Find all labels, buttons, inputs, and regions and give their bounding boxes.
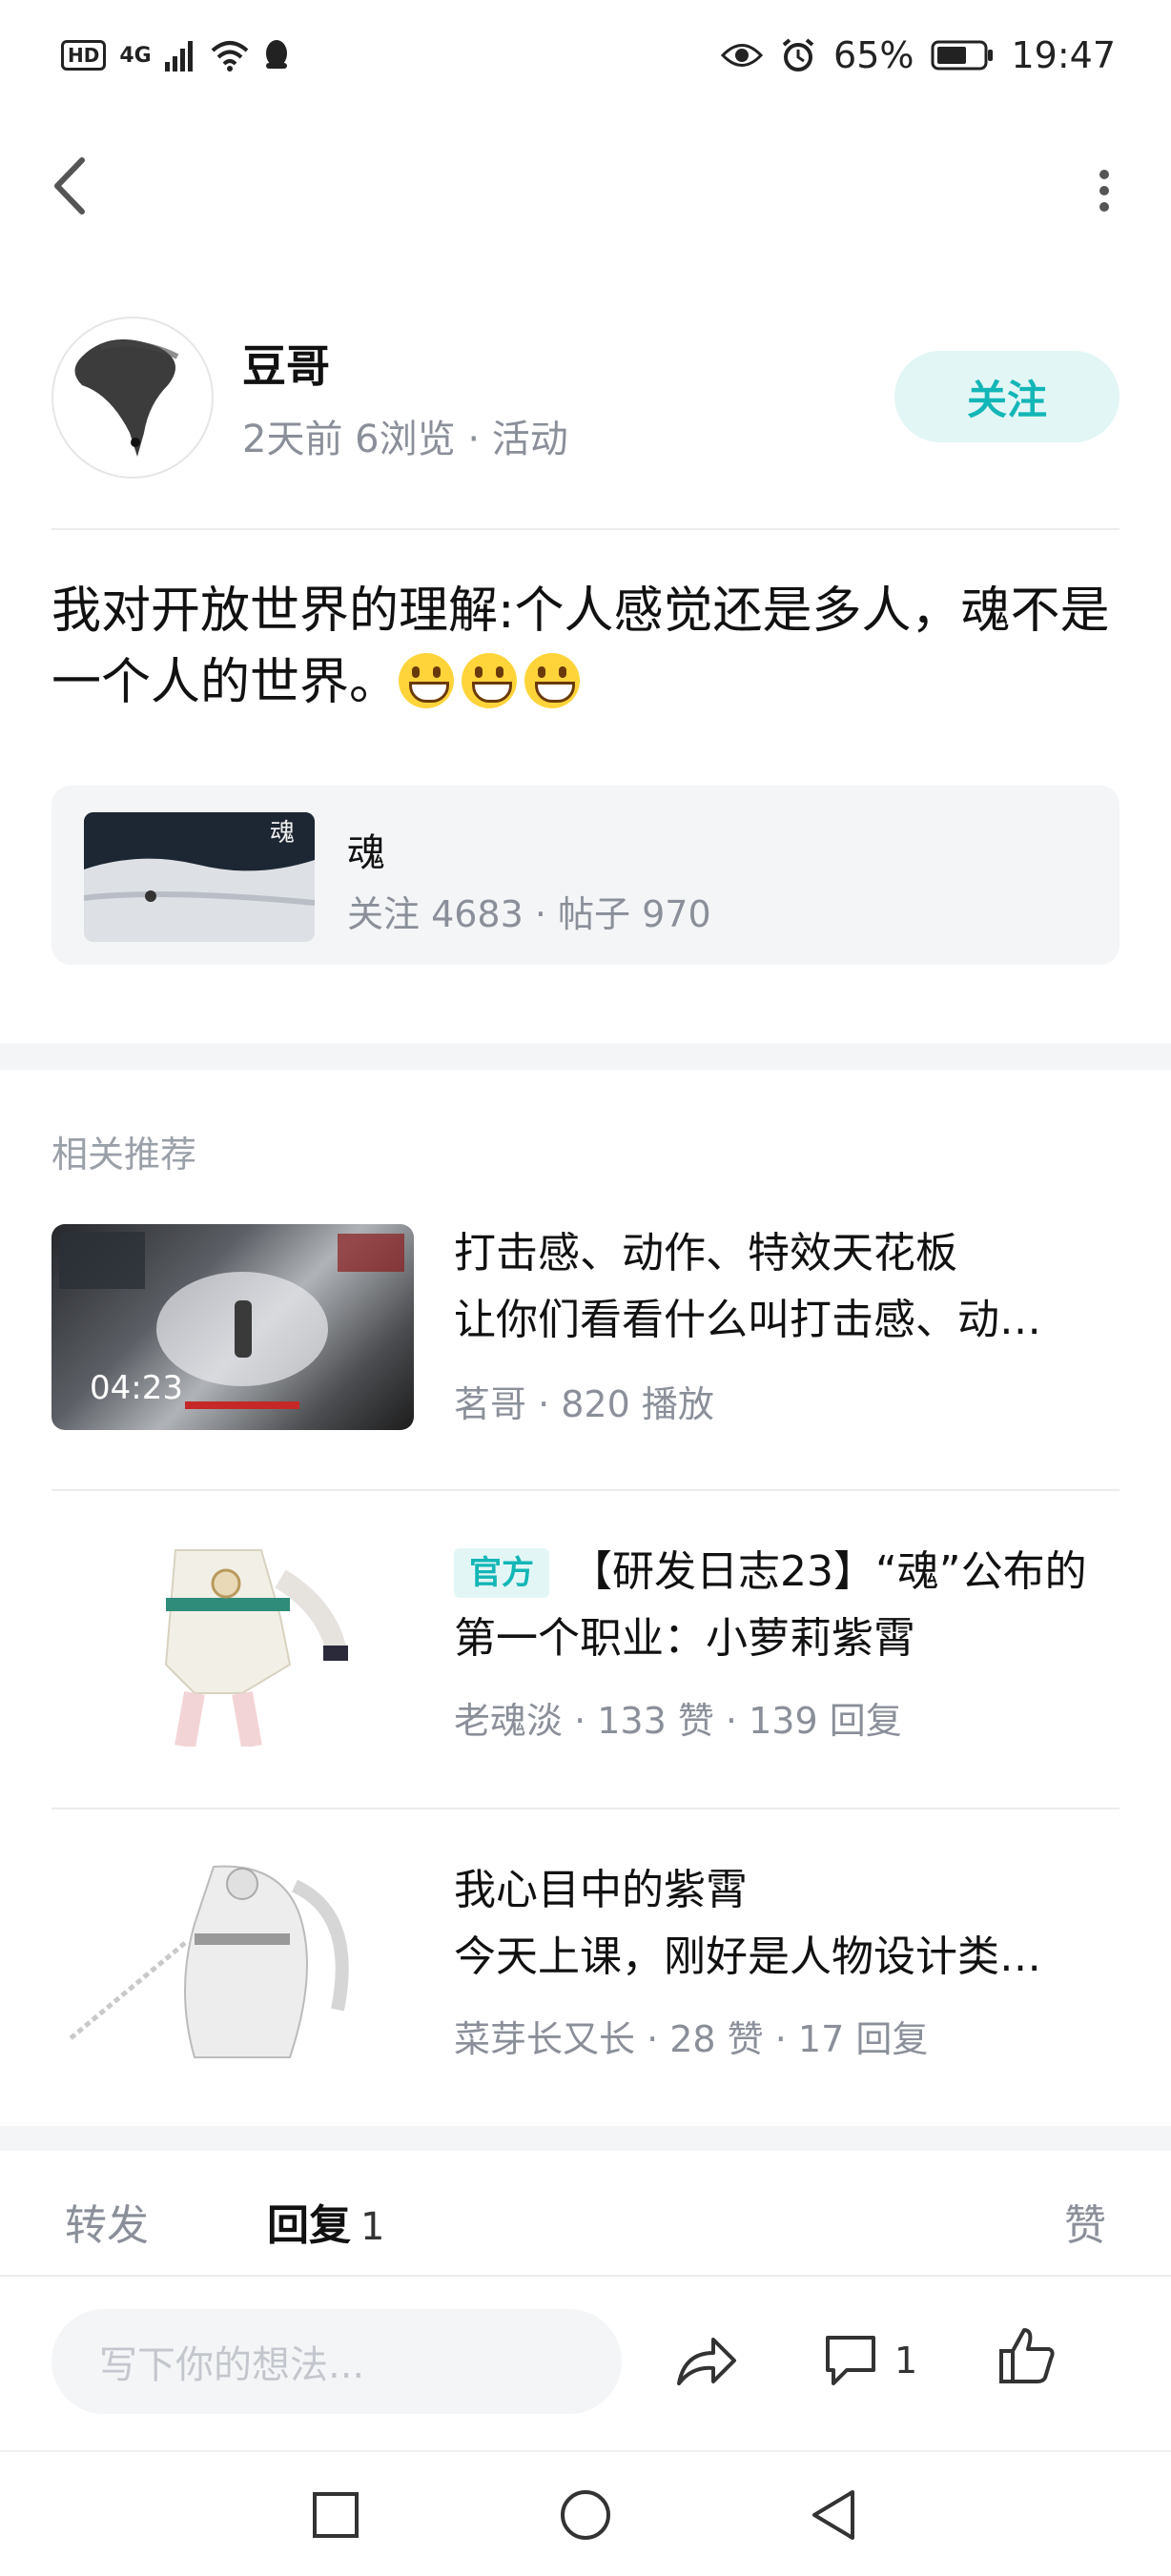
rec-item-3-title[interactable]: 我心目中的紫霄 今天上课，刚好是人物设计类… xyxy=(454,1857,1121,1991)
tab-forward[interactable]: 转发 xyxy=(65,2191,149,2252)
grin-emoji-icon xyxy=(524,653,581,708)
back-arrow-icon[interactable] xyxy=(46,153,93,219)
rec-item-2-title-line1: 【研发日志23】“魂”公布的 xyxy=(570,1547,1087,1596)
official-tag: 官方 xyxy=(454,1548,549,1598)
section-separator xyxy=(0,2126,1171,2151)
wifi-icon xyxy=(211,41,249,72)
rec-item-1-title-line1: 打击感、动作、特效天花板 xyxy=(454,1229,957,1278)
rec-item-3-title-line1: 我心目中的紫霄 xyxy=(454,1866,748,1914)
back-triangle-icon[interactable] xyxy=(809,2488,858,2542)
system-nav-bar xyxy=(0,2450,1171,2576)
post-text: 我对开放世界的理解:个人感觉还是多人，魂不是一个人的世界。 xyxy=(51,583,1110,711)
rec-item-2-title-line2: 第一个职业：小萝莉紫霄 xyxy=(454,1614,915,1663)
qq-icon xyxy=(265,40,287,69)
rec-item-3-title-line2: 今天上课，刚好是人物设计类… xyxy=(454,1932,1041,1981)
grin-emoji-icon xyxy=(462,653,518,708)
follow-button[interactable]: 关注 xyxy=(894,351,1120,442)
author-avatar[interactable] xyxy=(51,317,214,479)
rec-item-1-thumbnail[interactable]: 04:23 xyxy=(51,1224,414,1430)
recommend-title: 相关推荐 xyxy=(51,1134,197,1176)
topic-name: 魂 xyxy=(347,831,385,875)
clock-time: 19:47 xyxy=(1011,34,1116,76)
tab-reply-label: 回复 xyxy=(267,2201,351,2250)
author-meta: 2天前 6浏览 · 活动 xyxy=(242,418,568,461)
battery-percent: 65% xyxy=(833,34,914,76)
rec-divider xyxy=(51,1808,1120,1809)
more-options-icon[interactable] xyxy=(1095,167,1114,215)
tabs-divider xyxy=(0,2275,1171,2277)
eye-icon xyxy=(721,44,764,67)
tab-like[interactable]: 赞 xyxy=(1064,2191,1106,2252)
signal-icon xyxy=(164,41,193,72)
rec-divider xyxy=(51,1489,1120,1491)
tab-reply[interactable]: 回复 1 xyxy=(267,2191,384,2252)
svg-text:魂: 魂 xyxy=(270,819,295,848)
home-circle-icon[interactable] xyxy=(559,2488,612,2542)
comment-input-placeholder: 写下你的想法... xyxy=(99,2343,365,2387)
avatar-ink-image xyxy=(74,339,179,457)
tab-reply-count: 1 xyxy=(360,2205,385,2249)
hd-badge: HD xyxy=(61,40,107,71)
recents-square-icon[interactable] xyxy=(311,2490,360,2540)
rec-item-2-title[interactable]: 官方 【研发日志23】“魂”公布的 第一个职业：小萝莉紫霄 xyxy=(454,1539,1121,1672)
status-right: 65% 19:47 xyxy=(721,34,1116,76)
comment-input[interactable]: 写下你的想法... xyxy=(51,2309,622,2414)
status-bar: HD 4G 65% 19:47 xyxy=(0,0,1171,114)
rec-item-3-thumbnail[interactable] xyxy=(51,1857,414,2063)
rec-item-3-meta: 菜芽长又长 · 28 赞 · 17 回复 xyxy=(454,2018,929,2060)
rec-item-1-title[interactable]: 打击感、动作、特效天花板 让你们看看什么叫打击感、动… xyxy=(454,1220,1121,1354)
rec-item-1-title-line2: 让你们看看什么叫打击感、动… xyxy=(454,1296,1041,1344)
post-content: 我对开放世界的理解:个人感觉还是多人，魂不是一个人的世界。 xyxy=(51,576,1123,719)
thumbs-up-icon[interactable] xyxy=(997,2326,1057,2385)
network-label: 4G xyxy=(119,43,152,68)
video-duration: 04:23 xyxy=(90,1369,183,1407)
grin-emoji-icon xyxy=(399,653,455,708)
author-name[interactable]: 豆哥 xyxy=(242,332,330,395)
status-left: HD 4G xyxy=(61,38,291,72)
topic-stats: 关注 4683 · 帖子 970 xyxy=(347,893,711,935)
topic-thumbnail: 魂 xyxy=(84,812,315,942)
author-divider xyxy=(51,528,1120,530)
battery-icon xyxy=(931,40,994,71)
rec-item-2-meta: 老魂淡 · 133 赞 · 139 回复 xyxy=(454,1700,902,1742)
comment-count: 1 xyxy=(894,2340,918,2382)
topic-card[interactable]: 魂 魂 关注 4683 · 帖子 970 xyxy=(51,786,1120,965)
section-separator xyxy=(0,1043,1171,1070)
alarm-icon xyxy=(782,38,814,72)
rec-item-2-thumbnail[interactable] xyxy=(51,1541,414,1747)
comment-icon[interactable] xyxy=(822,2332,879,2389)
rec-item-1-meta: 茗哥 · 820 播放 xyxy=(454,1383,714,1425)
share-icon[interactable] xyxy=(675,2334,738,2391)
